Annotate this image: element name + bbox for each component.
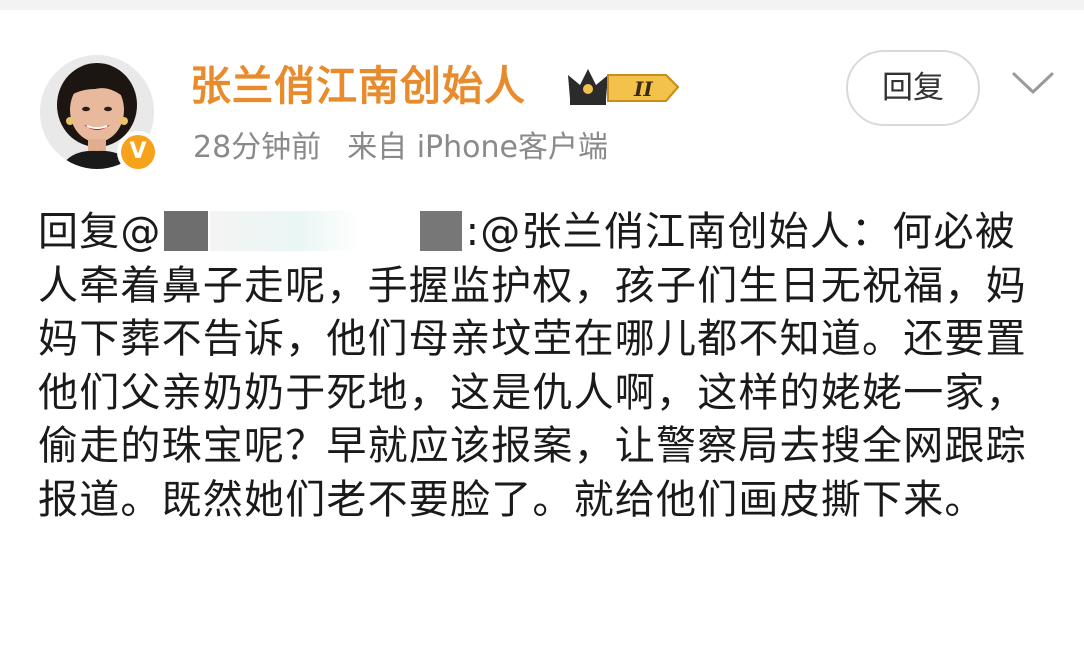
mention-link[interactable]: :@张兰俏江南创始人: [466, 209, 851, 255]
comment-body: 回复@ :@张兰俏江南创始人：何必被人牵着鼻子走呢，手握监护权，孩子们生日无祝福，…: [38, 206, 1048, 527]
crown-icon: II: [568, 69, 680, 105]
reply-prefix: 回复@: [38, 209, 162, 255]
redacted-username-blank: [359, 211, 420, 251]
reply-button[interactable]: 回复: [846, 50, 980, 126]
redacted-username-block: [163, 211, 208, 251]
membership-level-badge[interactable]: II: [566, 65, 682, 109]
post-meta: 28分钟前 来自 iPhone客户端: [193, 126, 608, 170]
post-source: 来自 iPhone客户端: [347, 130, 608, 165]
post-time: 28分钟前: [193, 130, 322, 165]
comment-text: ：何必被人牵着鼻子走呢，手握监护权，孩子们生日无祝福，妈妈下葬不告诉，他们母亲坟…: [38, 209, 1027, 523]
redacted-username-end: [419, 211, 462, 251]
author-name[interactable]: 张兰俏江南创始人: [190, 58, 526, 114]
post-card: V 张兰俏江南创始人 II 28分钟前 来自 iPhone客户端 回复 回复@ :@…: [0, 0, 1084, 656]
verified-mark: V: [121, 135, 155, 169]
level-text: II: [633, 77, 653, 101]
top-divider: [0, 0, 1084, 10]
redacted-username-blur: [209, 211, 360, 251]
verified-badge-icon: V: [117, 131, 159, 173]
chevron-down-icon[interactable]: [1008, 68, 1058, 98]
